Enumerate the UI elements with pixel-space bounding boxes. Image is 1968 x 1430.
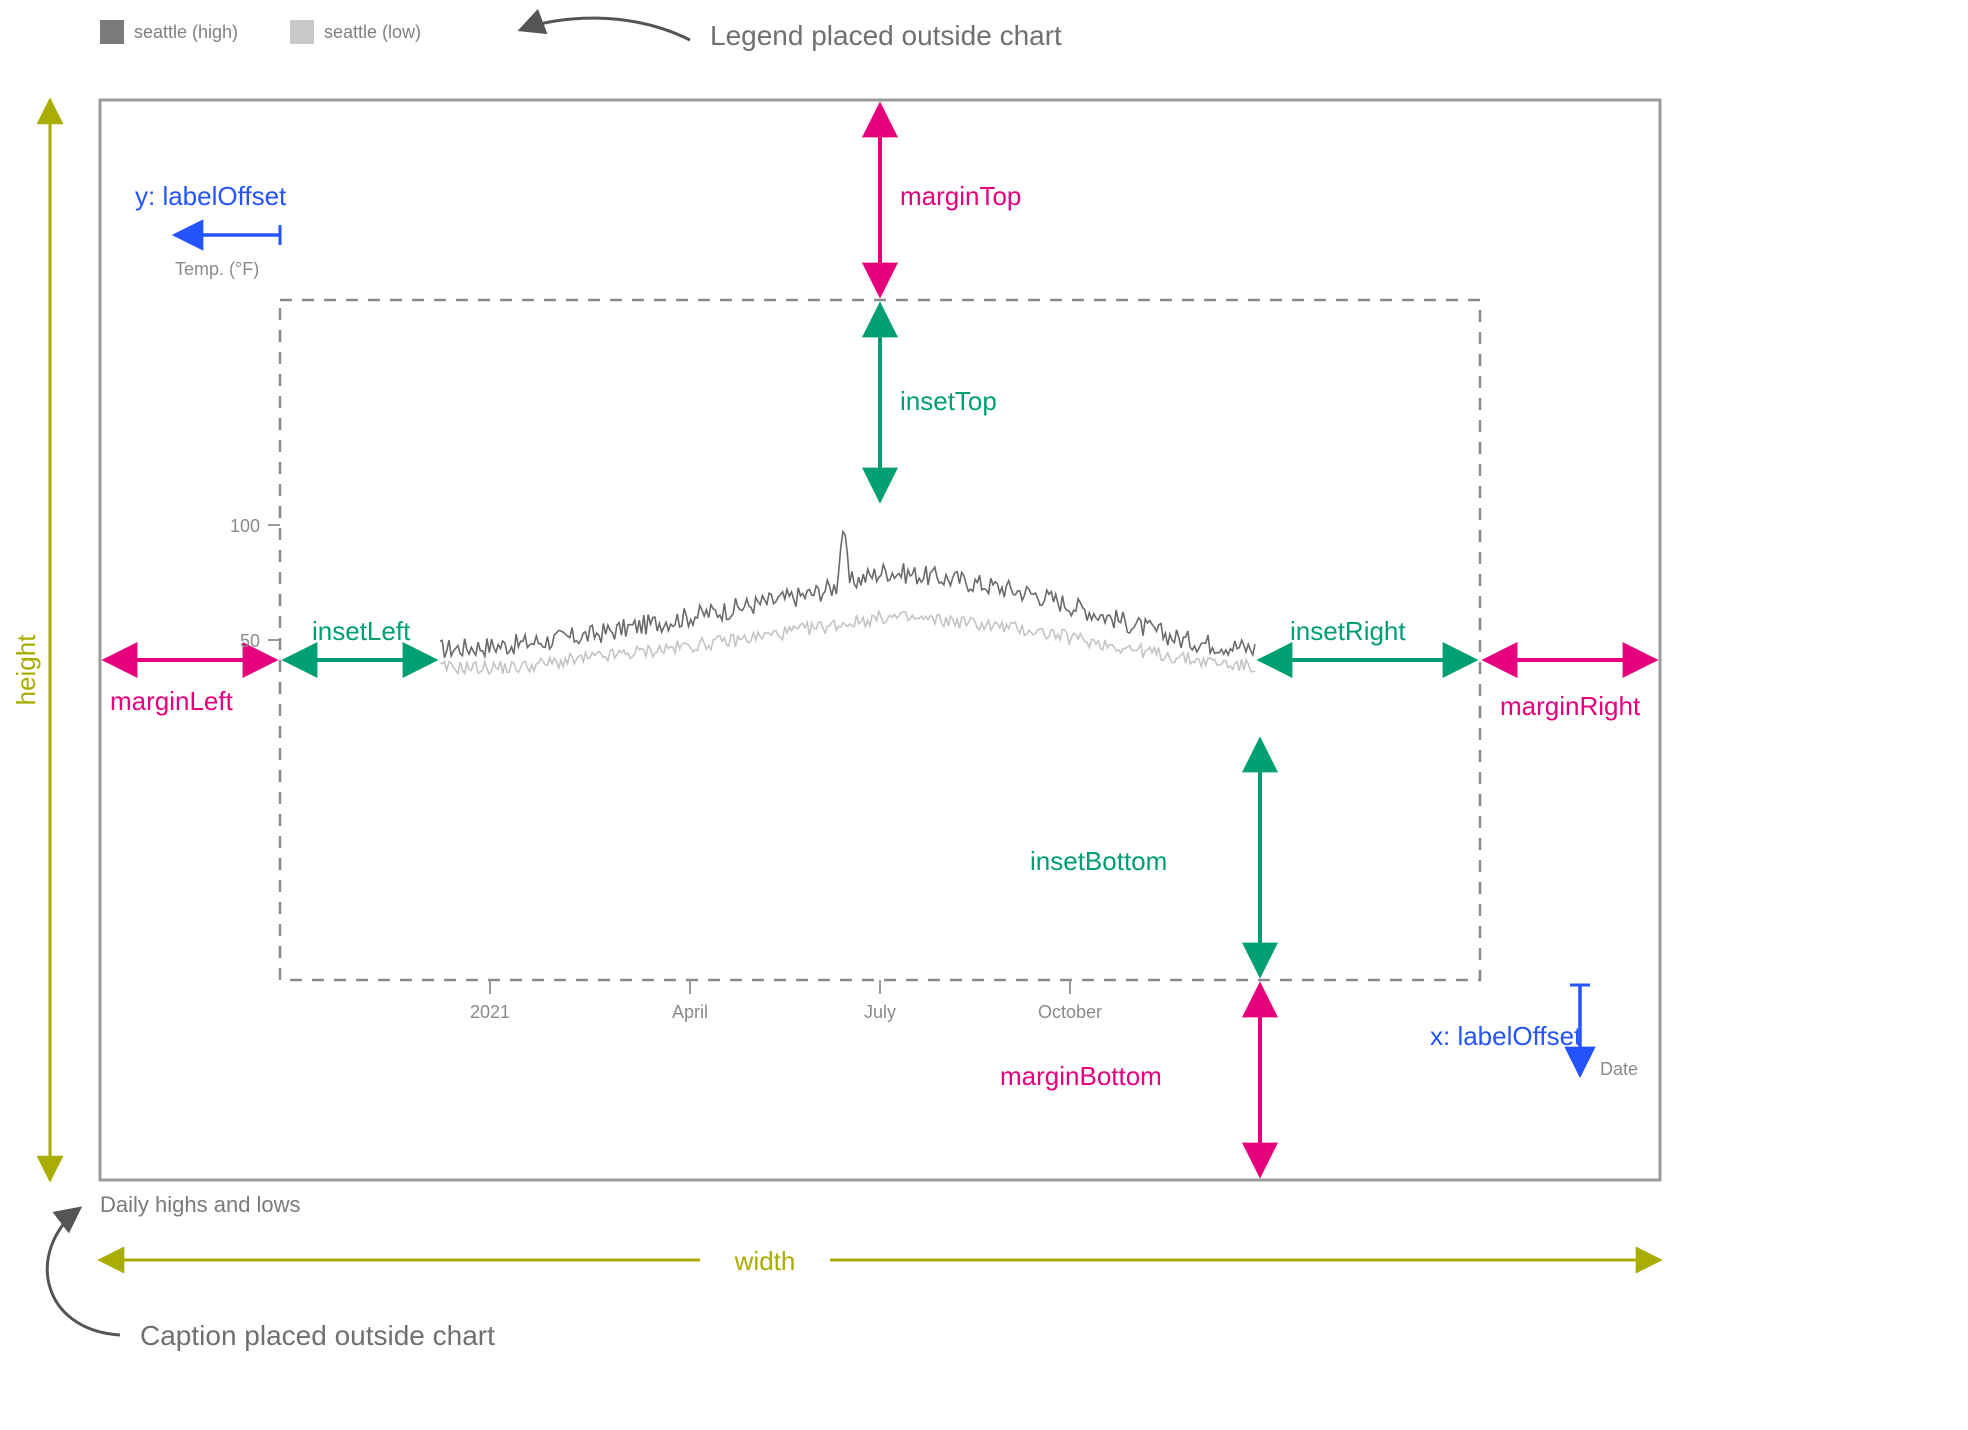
margin-top-label: marginTop [900,181,1021,211]
series-low-line [440,611,1255,674]
inset-left-label: insetLeft [312,616,411,646]
y-axis-label: Temp. (°F) [175,259,259,279]
caption-outside-note: Caption placed outside chart [140,1320,495,1351]
y-tick-50: 50 [240,631,260,651]
legend-swatch-high [100,20,124,44]
margin-left-label: marginLeft [110,686,234,716]
caption-outside-arrow [47,1208,120,1335]
legend: seattle (high) seattle (low) [100,20,421,44]
margin-right-label: marginRight [1500,691,1641,721]
legend-outside-arrow [520,18,690,40]
layout-diagram: seattle (high) seattle (low) Legend plac… [0,0,1968,1430]
x-tick-april: April [672,1002,708,1022]
inset-top-label: insetTop [900,386,997,416]
x-label-offset: x: labelOffset [1430,1021,1582,1051]
x-tick-2021: 2021 [470,1002,510,1022]
width-dim-label: width [734,1246,796,1276]
legend-label-low: seattle (low) [324,22,421,42]
y-label-offset: y: labelOffset [135,181,287,211]
legend-label-high: seattle (high) [134,22,238,42]
y-axis: 100 50 [230,516,280,651]
x-tick-october: October [1038,1002,1102,1022]
inset-right-label: insetRight [1290,616,1406,646]
inset-bottom-label: insetBottom [1030,846,1167,876]
y-tick-100: 100 [230,516,260,536]
x-tick-july: July [864,1002,896,1022]
caption-text: Daily highs and lows [100,1192,301,1217]
legend-outside-note: Legend placed outside chart [710,20,1062,51]
legend-swatch-low [290,20,314,44]
x-axis: 2021 April July October [470,980,1102,1022]
margin-bottom-label: marginBottom [1000,1061,1162,1091]
height-dim-label: height [11,634,41,706]
series-high-line [440,532,1255,658]
x-axis-label: Date [1600,1059,1638,1079]
